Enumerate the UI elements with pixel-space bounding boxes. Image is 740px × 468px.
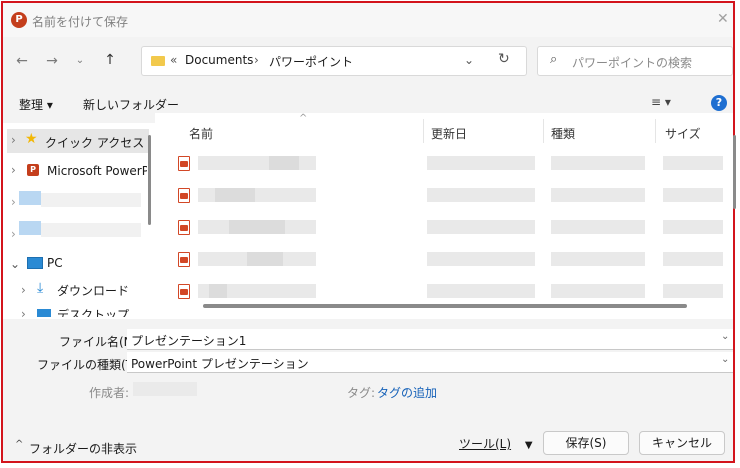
breadcrumb-separator: › bbox=[254, 53, 259, 67]
filename-dropdown-chevron-icon[interactable]: ⌄ bbox=[721, 331, 729, 342]
pdf-icon bbox=[178, 188, 190, 203]
help-icon[interactable]: ? bbox=[711, 95, 727, 111]
nav-item-pc[interactable]: PC bbox=[47, 256, 63, 270]
nav-item-quick-access[interactable]: クイック アクセス bbox=[45, 134, 144, 151]
powerpoint-app-icon: P bbox=[11, 12, 30, 28]
filetype-value[interactable]: PowerPoint プレゼンテーション bbox=[131, 355, 309, 372]
file-date-blurred bbox=[427, 252, 535, 266]
breadcrumb-documents[interactable]: Documents bbox=[185, 53, 253, 67]
column-header-size[interactable]: サイズ bbox=[665, 125, 701, 142]
tags-label: タグ: bbox=[347, 386, 376, 400]
blurred-icon bbox=[19, 221, 41, 235]
filename-field[interactable]: プレゼンテーション1 ⌄ bbox=[127, 329, 733, 350]
expand-chevron-icon[interactable]: › bbox=[21, 307, 26, 317]
file-type-blurred bbox=[551, 156, 645, 170]
new-folder-button[interactable]: 新しいフォルダー bbox=[83, 96, 179, 113]
collapse-up-chevron-icon[interactable]: ^ bbox=[15, 439, 23, 450]
file-name-blurred bbox=[229, 220, 285, 234]
file-date-blurred bbox=[427, 188, 535, 202]
search-icon: ⌕ bbox=[550, 52, 558, 67]
folder-icon bbox=[151, 56, 165, 66]
file-size-blurred bbox=[663, 284, 723, 298]
file-date-blurred bbox=[427, 284, 535, 298]
column-divider[interactable] bbox=[655, 119, 656, 143]
pdf-icon bbox=[178, 252, 190, 267]
desktop-icon bbox=[37, 309, 51, 317]
author-label: 作成者: bbox=[89, 386, 130, 400]
window-title: 名前を付けて保存 bbox=[32, 15, 129, 29]
collapse-chevron-icon[interactable]: ⌄ bbox=[10, 257, 20, 271]
tools-label: ツール(L) bbox=[459, 437, 512, 451]
file-type-blurred bbox=[551, 220, 645, 234]
file-name-blurred bbox=[247, 252, 283, 266]
column-header-name[interactable]: 名前 bbox=[189, 125, 213, 142]
breadcrumb-overflow[interactable]: « bbox=[170, 53, 177, 67]
file-size-blurred bbox=[663, 252, 723, 266]
file-size-blurred bbox=[663, 220, 723, 234]
column-header-type[interactable]: 種類 bbox=[551, 125, 575, 142]
organize-button[interactable]: 整理 ▾ bbox=[19, 96, 53, 113]
save-as-dialog: P 名前を付けて保存 ✕ ← → ⌄ ↑ « Documents › パワーポイ… bbox=[1, 1, 736, 463]
file-name-blurred bbox=[209, 284, 227, 298]
filename-value[interactable]: プレゼンテーション1 bbox=[131, 332, 246, 349]
pdf-icon bbox=[178, 284, 190, 299]
file-list-horizontal-scrollbar[interactable] bbox=[203, 304, 687, 308]
pdf-icon bbox=[178, 220, 190, 235]
breadcrumb-powerpoint[interactable]: パワーポイント bbox=[269, 53, 353, 70]
save-button[interactable]: 保存(S) bbox=[543, 431, 629, 455]
column-divider[interactable] bbox=[423, 119, 424, 143]
file-size-blurred bbox=[663, 188, 723, 202]
star-icon: ★ bbox=[25, 131, 38, 147]
nav-item-blurred[interactable] bbox=[41, 223, 141, 237]
author-value-blurred[interactable] bbox=[133, 382, 197, 396]
pc-icon bbox=[27, 257, 43, 269]
address-dropdown-chevron-icon[interactable]: ⌄ bbox=[464, 53, 474, 67]
tools-button[interactable]: ツール(L) ▼ bbox=[459, 435, 533, 452]
file-type-blurred bbox=[551, 284, 645, 298]
title-bar: P 名前を付けて保存 ✕ bbox=[3, 3, 733, 37]
expand-chevron-icon[interactable]: › bbox=[11, 163, 16, 177]
view-options-button[interactable]: ≡ ▾ bbox=[651, 95, 671, 109]
cancel-button[interactable]: キャンセル bbox=[639, 431, 725, 455]
column-header-modified[interactable]: 更新日 bbox=[431, 125, 467, 142]
up-arrow-icon[interactable]: ↑ bbox=[99, 49, 121, 71]
table-row[interactable] bbox=[3, 279, 733, 303]
expand-chevron-icon[interactable]: › bbox=[11, 227, 16, 241]
refresh-icon[interactable]: ↻ bbox=[498, 51, 510, 67]
filetype-select[interactable]: PowerPoint プレゼンテーション ⌄ bbox=[127, 352, 733, 373]
pdf-icon bbox=[178, 156, 190, 171]
file-date-blurred bbox=[427, 220, 535, 234]
tools-dropdown-icon: ▼ bbox=[524, 440, 533, 451]
forward-arrow-icon[interactable]: → bbox=[41, 50, 63, 72]
nav-item-blurred[interactable] bbox=[41, 193, 141, 207]
search-placeholder: パワーポイントの検索 bbox=[572, 56, 693, 70]
address-bar[interactable]: « Documents › パワーポイント ⌄ ↻ bbox=[141, 46, 527, 76]
add-tags-link[interactable]: タグの追加 bbox=[377, 384, 437, 401]
file-name-blurred bbox=[269, 156, 299, 170]
recent-locations-chevron-icon[interactable]: ⌄ bbox=[69, 50, 91, 72]
file-date-blurred bbox=[427, 156, 535, 170]
file-type-blurred bbox=[551, 188, 645, 202]
file-name-blurred bbox=[215, 188, 255, 202]
hide-folders-button[interactable]: フォルダーの非表示 bbox=[29, 440, 137, 457]
search-box[interactable]: ⌕ パワーポイントの検索 bbox=[537, 46, 733, 76]
file-size-blurred bbox=[663, 156, 723, 170]
file-type-blurred bbox=[551, 252, 645, 266]
sort-indicator-icon: ^ bbox=[299, 113, 308, 124]
expand-chevron-icon[interactable]: › bbox=[11, 195, 16, 209]
nav-item-microsoft-powerpoint[interactable]: Microsoft PowerP bbox=[47, 164, 147, 178]
close-icon[interactable]: ✕ bbox=[717, 11, 729, 27]
back-arrow-icon[interactable]: ← bbox=[11, 50, 33, 72]
file-list-scrollbar[interactable] bbox=[733, 135, 736, 209]
expand-chevron-icon[interactable]: › bbox=[11, 133, 16, 147]
column-divider[interactable] bbox=[543, 119, 544, 143]
nav-pane-scrollbar[interactable] bbox=[148, 135, 151, 225]
blurred-icon bbox=[19, 191, 41, 205]
nav-item-desktop[interactable]: デスクトップ bbox=[57, 306, 129, 317]
powerpoint-icon: P bbox=[27, 164, 39, 176]
filetype-dropdown-chevron-icon[interactable]: ⌄ bbox=[721, 354, 729, 365]
